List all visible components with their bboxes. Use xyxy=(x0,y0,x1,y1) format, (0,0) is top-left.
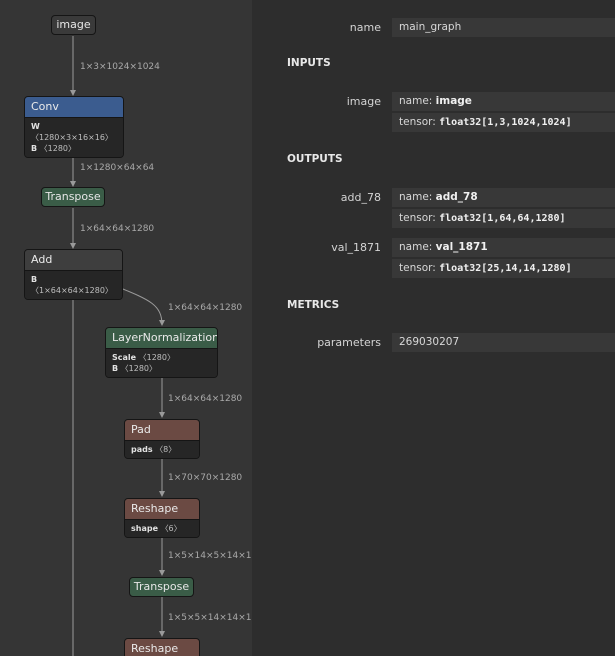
node-conv[interactable]: Conv W 〈1280×3×16×16〉 B 〈1280〉 xyxy=(24,96,124,158)
node-attributes: W 〈1280×3×16×16〉 B 〈1280〉 xyxy=(25,118,123,157)
attr-value: 〈8〉 xyxy=(155,445,177,454)
node-title: Reshape xyxy=(125,499,199,520)
property-label: image xyxy=(346,95,381,108)
attr-value: 〈1×64×64×1280〉 xyxy=(31,286,113,295)
output-tensor-value[interactable]: tensor: float32[1,64,64,1280] xyxy=(392,209,615,228)
value-prefix: name: xyxy=(399,191,436,203)
node-add[interactable]: Add B 〈1×64×64×1280〉 xyxy=(24,249,123,300)
output-tensor-value[interactable]: tensor: float32[25,14,14,1280] xyxy=(392,259,615,278)
node-attributes: Scale 〈1280〉 B 〈1280〉 xyxy=(106,349,217,377)
input-tensor-value[interactable]: tensor: float32[1,3,1024,1024] xyxy=(392,113,615,132)
attr-value: 〈6〉 xyxy=(160,524,182,533)
attr-key: pads xyxy=(131,445,153,454)
attr-key: B xyxy=(112,364,119,373)
node-pad[interactable]: Pad pads 〈8〉 xyxy=(124,419,200,459)
value-prefix: tensor: xyxy=(399,116,440,128)
node-title: Conv xyxy=(25,97,123,118)
value-tensor: float32[1,3,1024,1024] xyxy=(439,117,572,128)
attr-value: 〈1280×3×16×16〉 xyxy=(31,133,113,142)
attr-key: Scale xyxy=(112,353,137,362)
node-attributes: shape 〈6〉 xyxy=(125,520,199,537)
value-name: val_1871 xyxy=(435,241,488,253)
graph-canvas[interactable]: 1×3×1024×1024 1×1280×64×64 1×64×64×1280 … xyxy=(0,0,252,656)
edge-label: 1×64×64×1280 xyxy=(168,394,243,404)
node-reshape[interactable]: Reshape shape 〈6〉 xyxy=(124,498,200,538)
edge-label: 1×1280×64×64 xyxy=(80,163,155,173)
edge-label: 1×3×1024×1024 xyxy=(80,62,160,72)
properties-panel: name main_graph INPUTS image name: image… xyxy=(252,0,615,656)
attr-key: B xyxy=(31,144,38,153)
section-header-inputs: INPUTS xyxy=(287,57,331,69)
node-transpose[interactable]: Transpose xyxy=(129,577,194,597)
edge-label: 1×5×14×5×14×128 xyxy=(168,551,252,561)
node-title: Reshape xyxy=(125,639,199,656)
value-tensor: float32[25,14,14,1280] xyxy=(439,263,572,274)
node-title: Pad xyxy=(125,420,199,441)
node-layernormalization[interactable]: LayerNormalization Scale 〈1280〉 B 〈1280〉 xyxy=(105,327,218,378)
node-title: Add xyxy=(25,250,122,271)
edge-label: 1×64×64×1280 xyxy=(80,224,155,234)
value-name: add_78 xyxy=(435,191,478,203)
node-reshape[interactable]: Reshape xyxy=(124,638,200,656)
value-prefix: name: xyxy=(399,95,436,107)
property-label: parameters xyxy=(317,336,381,349)
property-label: val_1871 xyxy=(331,241,381,254)
value-prefix: tensor: xyxy=(399,262,440,274)
node-title: LayerNormalization xyxy=(106,328,217,349)
value-tensor: float32[1,64,64,1280] xyxy=(439,213,566,224)
property-label: add_78 xyxy=(340,191,381,204)
input-name-value[interactable]: name: image xyxy=(392,92,615,111)
attr-value: 〈1280〉 xyxy=(120,364,158,373)
value-name: image xyxy=(435,95,472,107)
value-prefix: tensor: xyxy=(399,212,440,224)
attr-value: 〈1280〉 xyxy=(138,353,175,362)
output-name-value[interactable]: name: add_78 xyxy=(392,188,615,207)
edge-label: 1×64×64×1280 xyxy=(168,303,243,313)
graph-input-image[interactable]: image xyxy=(51,15,96,35)
output-name-value[interactable]: name: val_1871 xyxy=(392,238,615,257)
property-label: name xyxy=(349,21,381,34)
attr-key: shape xyxy=(131,524,159,533)
node-attributes: B 〈1×64×64×1280〉 xyxy=(25,271,122,299)
metric-value[interactable]: 269030207 xyxy=(392,333,615,352)
node-transpose[interactable]: Transpose xyxy=(41,187,105,207)
attr-key: B xyxy=(31,275,38,284)
attr-value: 〈1280〉 xyxy=(39,144,77,153)
edge-add-layernorm xyxy=(117,286,165,326)
edge-label: 1×70×70×1280 xyxy=(168,473,243,483)
edge-label: 1×5×5×14×14×128 xyxy=(168,613,252,623)
node-attributes: pads 〈8〉 xyxy=(125,441,199,458)
section-header-outputs: OUTPUTS xyxy=(287,153,343,165)
graph-name-value[interactable]: main_graph xyxy=(392,18,615,37)
section-header-metrics: METRICS xyxy=(287,299,340,311)
attr-key: W xyxy=(31,122,40,131)
value-prefix: name: xyxy=(399,241,436,253)
